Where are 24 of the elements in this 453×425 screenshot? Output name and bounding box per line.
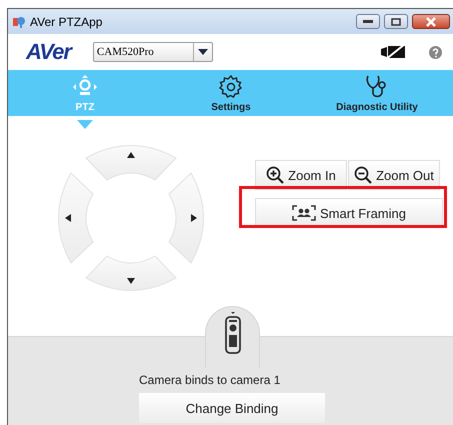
binding-status: Camera binds to camera 1 [139, 373, 280, 387]
app-icon [12, 14, 26, 28]
camera-dropdown[interactable]: CAM520Pro [92, 42, 213, 62]
zoom-in-icon [266, 166, 284, 184]
minimize-icon [363, 20, 373, 24]
change-binding-button[interactable]: Change Binding [139, 393, 325, 423]
close-icon [426, 16, 436, 26]
close-button[interactable] [412, 14, 450, 29]
people-frame-icon [292, 205, 316, 221]
maximize-button[interactable] [384, 14, 408, 29]
settings-icon [218, 74, 244, 100]
tab[interactable]: Settings [205, 72, 257, 114]
zoom-out-icon [354, 166, 372, 184]
logo: AVer [26, 39, 71, 65]
window-title: AVer PTZApp [30, 14, 104, 28]
smart-framing-button[interactable]: Smart Framing [255, 198, 443, 228]
help-icon[interactable] [429, 46, 442, 58]
remote-control-icon [222, 311, 242, 355]
zoom-in-button[interactable]: Zoom In [255, 160, 347, 190]
caret-icon [198, 49, 208, 55]
zoom-out-button[interactable]: Zoom Out [348, 160, 440, 190]
maximize-icon [391, 18, 401, 26]
minimize-button[interactable] [356, 14, 380, 29]
tab[interactable]: Diagnostic Utility [330, 72, 424, 114]
